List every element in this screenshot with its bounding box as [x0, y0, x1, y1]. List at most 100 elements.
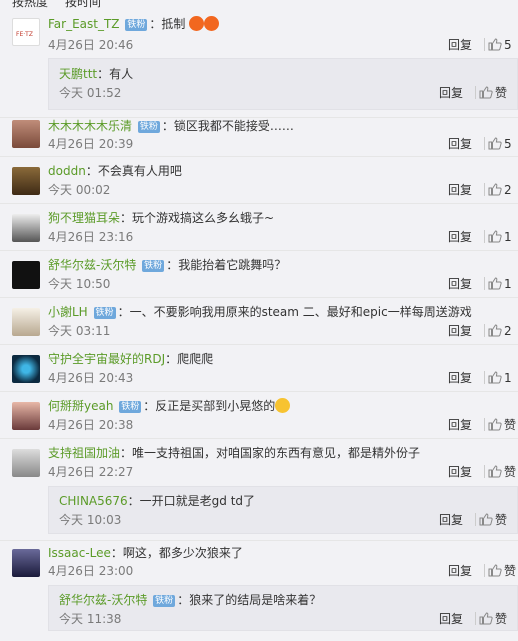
username[interactable]: Issaac-Lee	[48, 546, 111, 560]
reply-button[interactable]: 回复	[448, 564, 472, 578]
comment-text: ：一、不要影响我用原来的steam 二、最好和epic一样每周送游戏	[117, 305, 472, 319]
like-button[interactable]: 5	[488, 137, 518, 151]
thumbs-up-icon	[488, 465, 502, 478]
like-label: 赞	[504, 418, 517, 432]
avatar[interactable]	[12, 214, 40, 242]
reply-button[interactable]: 回复	[448, 465, 472, 479]
username[interactable]: Far_East_TZ	[48, 17, 120, 31]
like-button[interactable]: 赞	[488, 465, 518, 479]
comment-text: ：我能抬着它跳舞吗？	[166, 258, 287, 272]
username[interactable]: 舒华尔兹-沃尔特	[48, 258, 136, 272]
thumbs-up-icon	[488, 371, 502, 384]
like-button[interactable]: 赞	[479, 513, 509, 527]
laughing-emoji-icon	[275, 398, 291, 413]
fan-badge: 铁粉	[137, 121, 160, 133]
reply-text: ：有人	[97, 67, 134, 81]
like-button[interactable]: 2	[488, 324, 518, 338]
username[interactable]: 木木木木木乐清	[48, 119, 132, 133]
divider	[475, 86, 476, 99]
avatar[interactable]	[12, 120, 40, 148]
reply-box: 舒华尔兹-沃尔特 铁粉 ：狼来了的结局是啥来着？ 今天 11:38 回复 赞	[48, 585, 518, 631]
reply-text: ：狼来了的结局是啥来着？	[177, 593, 322, 607]
reply-button[interactable]: 回复	[448, 183, 472, 197]
avatar[interactable]	[12, 261, 40, 289]
angry-emoji-icon	[204, 16, 220, 31]
like-button[interactable]: 赞	[488, 564, 518, 578]
comment-time: 4月26日 23:16	[48, 230, 134, 244]
like-button[interactable]: 1	[488, 230, 518, 244]
like-button[interactable]: 2	[488, 183, 518, 197]
angry-emoji-icon	[189, 16, 205, 31]
comment-text: ：锁区我都不能接受……	[161, 119, 294, 133]
thumbs-up-icon	[488, 324, 502, 337]
fan-badge: 铁粉	[125, 19, 148, 31]
divider	[484, 230, 485, 243]
like-count: 1	[504, 277, 512, 291]
like-count: 5	[504, 137, 512, 151]
avatar[interactable]	[12, 355, 40, 383]
username[interactable]: 何掰掰yeah	[48, 399, 113, 413]
reply-button[interactable]: 回复	[448, 371, 472, 385]
comment-time: 4月26日 20:43	[48, 371, 134, 385]
like-count: 1	[504, 230, 512, 244]
reply-text: ：一开口就是老gd td了	[127, 494, 256, 508]
thumbs-up-icon	[479, 513, 493, 526]
like-count: 2	[504, 324, 512, 338]
thumbs-up-icon	[488, 38, 502, 51]
avatar[interactable]	[12, 308, 40, 336]
avatar[interactable]	[12, 449, 40, 477]
thumbs-up-icon	[479, 86, 493, 99]
username[interactable]: 狗不理猫耳朵	[48, 211, 120, 225]
username[interactable]: 小謝LH	[48, 305, 88, 319]
comment-text: ：反正是买部到小晃悠的	[143, 399, 276, 413]
reply-button[interactable]: 回复	[448, 277, 472, 291]
avatar[interactable]	[12, 549, 40, 577]
reply-button[interactable]: 回复	[448, 38, 472, 52]
fan-badge: 铁粉	[142, 260, 165, 272]
divider	[484, 277, 485, 290]
fan-badge: 铁粉	[93, 307, 116, 319]
comment-text: ：不会真有人用吧	[85, 164, 182, 178]
username[interactable]: 天鹏ttt	[59, 67, 97, 81]
avatar[interactable]	[12, 402, 40, 430]
username[interactable]: doddn	[48, 164, 86, 178]
fan-badge: 铁粉	[119, 401, 142, 413]
thumbs-up-icon	[488, 183, 502, 196]
reply-button[interactable]: 回复	[439, 513, 463, 527]
svg-text:FE·TZ: FE·TZ	[16, 31, 33, 38]
reply-button[interactable]: 回复	[448, 137, 472, 151]
comment-item: Issaac-Lee：啊这，都多少次狼来了 4月26日 23:00 回复 赞 舒…	[0, 541, 518, 641]
reply-button[interactable]: 回复	[448, 418, 472, 432]
username[interactable]: 守护全宇宙最好的RDJ	[48, 352, 165, 366]
reply-button[interactable]: 回复	[448, 230, 472, 244]
avatar[interactable]: FE·TZ	[12, 18, 40, 46]
thumbs-up-icon	[488, 418, 502, 431]
reply-time: 今天 10:03	[59, 513, 122, 527]
comment-item: 舒华尔兹-沃尔特 铁粉 ：我能抬着它跳舞吗？ 今天 10:50 回复 1	[0, 251, 518, 298]
sort-by-hot-tab[interactable]: 按热度	[12, 0, 48, 8]
like-button[interactable]: 1	[488, 277, 518, 291]
username[interactable]: 舒华尔兹-沃尔特	[59, 593, 147, 607]
like-button[interactable]: 赞	[488, 418, 518, 432]
reply-button[interactable]: 回复	[439, 612, 463, 626]
avatar[interactable]	[12, 167, 40, 195]
comment-text: ：爬爬爬	[165, 352, 214, 366]
reply-button[interactable]: 回复	[439, 86, 463, 100]
like-button[interactable]: 赞	[479, 86, 509, 100]
sort-by-time-tab[interactable]: 按时间	[65, 0, 101, 8]
thumbs-up-icon	[479, 612, 493, 625]
username[interactable]: 支持祖国加油	[48, 446, 120, 460]
like-button[interactable]: 1	[488, 371, 518, 385]
sort-bar: 按热度 按时间	[0, 0, 518, 8]
comment-item: 木木木木木乐清 铁粉 ：锁区我都不能接受…… 4月26日 20:39 回复 5	[0, 110, 518, 157]
like-button[interactable]: 赞	[479, 612, 509, 626]
comment-item: 何掰掰yeah 铁粉 ：反正是买部到小晃悠的 4月26日 20:38 回复 赞	[0, 392, 518, 439]
divider	[484, 564, 485, 577]
comment-text: 抵制	[161, 17, 186, 31]
like-button[interactable]: 5	[488, 38, 518, 52]
comment-time: 4月26日 20:38	[48, 418, 134, 432]
username[interactable]: CHINA5676	[59, 494, 128, 508]
reply-button[interactable]: 回复	[448, 324, 472, 338]
comment-item: 支持祖国加油：唯一支持祖国，对咱国家的东西有意见，都是精外份子 4月26日 22…	[0, 439, 518, 541]
thumbs-up-icon	[488, 564, 502, 577]
